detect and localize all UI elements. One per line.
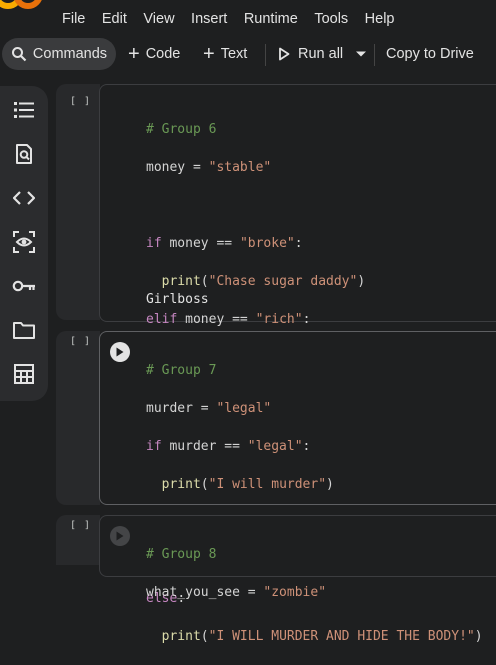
menu-insert[interactable]: Insert: [191, 11, 227, 27]
code-snippets-icon[interactable]: [12, 186, 36, 210]
caret-down-icon: [356, 51, 366, 57]
code-label: Code: [145, 46, 181, 62]
toolbar: Commands + Code + Text Run all Copy to D…: [0, 38, 496, 72]
code-line: elif money == "rich":: [146, 312, 311, 327]
run-all-dropdown[interactable]: [355, 38, 367, 70]
menu-view[interactable]: View: [143, 11, 174, 27]
code-line: # Group 7: [146, 363, 217, 378]
menu-tools[interactable]: Tools: [314, 11, 348, 27]
menu-bar: File Edit View Insert Runtime Tools Help: [0, 0, 496, 38]
execution-count: [ ]: [70, 520, 92, 531]
menu-runtime[interactable]: Runtime: [244, 11, 298, 27]
code-line: if murder == "legal":: [146, 439, 311, 454]
run-all-button[interactable]: Run all: [278, 38, 343, 70]
play-icon: [116, 347, 124, 357]
add-code-button[interactable]: + Code: [128, 38, 180, 70]
run-all-label: Run all: [298, 46, 344, 62]
code-line: print("I WILL MURDER AND HIDE THE BODY!"…: [161, 629, 483, 644]
plus-icon: +: [128, 43, 140, 65]
find-icon[interactable]: [12, 142, 36, 166]
code-line: print("I will murder"): [161, 477, 334, 492]
execution-count: [ ]: [70, 336, 92, 347]
left-side-rail: [0, 86, 48, 401]
menu-file[interactable]: File: [62, 11, 85, 27]
files-folder-icon[interactable]: [12, 318, 36, 342]
play-icon: [116, 531, 124, 541]
code-line: what_you_see = "zombie": [146, 585, 327, 600]
play-outline-icon: [279, 47, 290, 61]
data-table-icon[interactable]: [12, 362, 36, 386]
execution-count: [ ]: [70, 96, 92, 107]
cell-gutter: [56, 84, 100, 320]
copy-to-drive-button[interactable]: Copy to Drive: [386, 38, 474, 70]
code-line: money = "stable": [146, 160, 272, 175]
cell-gutter: [56, 331, 100, 505]
run-cell-button[interactable]: [110, 526, 130, 546]
variables-icon[interactable]: [12, 230, 36, 254]
search-icon: [11, 47, 27, 62]
toolbar-divider: [374, 44, 375, 66]
text-label: Text: [220, 46, 248, 62]
menu-help[interactable]: Help: [365, 11, 395, 27]
toolbar-divider: [265, 44, 266, 66]
code-line: # Group 6: [146, 122, 217, 137]
main-menu: File Edit View Insert Runtime Tools Help: [62, 11, 411, 27]
code-line: murder = "legal": [146, 401, 272, 416]
commands-button[interactable]: Commands: [2, 38, 116, 70]
code-line: print("Chase sugar daddy"): [161, 274, 366, 289]
add-text-button[interactable]: + Text: [203, 38, 247, 70]
code-editor[interactable]: # Group 8 what_you_see = "zombie": [146, 526, 326, 621]
colab-logo-icon[interactable]: [0, 0, 48, 12]
secrets-key-icon[interactable]: [12, 274, 36, 298]
code-line: if money == "broke":: [146, 236, 303, 251]
commands-label: Commands: [32, 46, 108, 62]
table-of-contents-icon[interactable]: [12, 98, 36, 122]
menu-edit[interactable]: Edit: [102, 11, 127, 27]
plus-icon: +: [203, 43, 215, 65]
cell-output: Girlboss: [146, 292, 209, 307]
copy-to-drive-label: Copy to Drive: [386, 46, 474, 62]
code-line: # Group 8: [146, 547, 217, 562]
run-cell-button[interactable]: [110, 342, 130, 362]
